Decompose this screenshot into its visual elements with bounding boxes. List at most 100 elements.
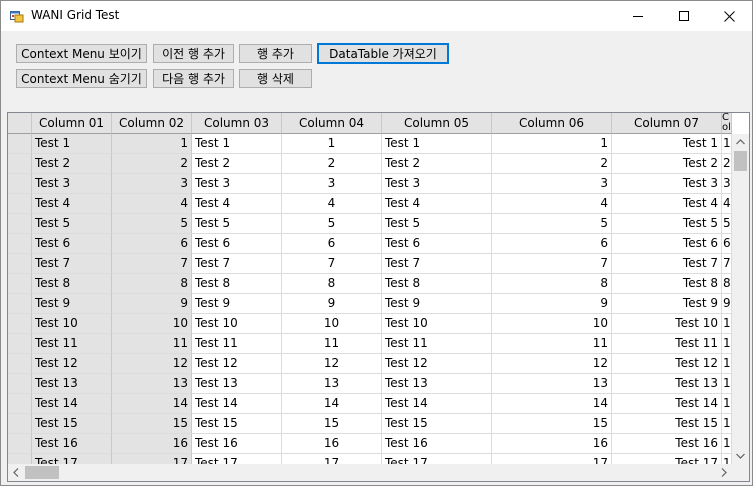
column-header[interactable]: Column 03 (192, 113, 282, 134)
horizontal-scrollbar[interactable] (8, 464, 732, 481)
grid-cell[interactable]: 10 (112, 314, 192, 334)
grid-cell[interactable]: Test 4 (32, 194, 112, 214)
grid-cell[interactable]: Test 10 (612, 314, 722, 334)
grid-cell[interactable]: Test 11 (382, 334, 492, 354)
grid-cell[interactable]: Test 7 (612, 254, 722, 274)
grid-cell[interactable]: 8 (722, 274, 732, 294)
row-header[interactable] (8, 154, 32, 174)
grid-cell[interactable]: 3 (282, 174, 382, 194)
get-datatable-button[interactable]: DataTable 가져오기 (317, 43, 449, 64)
scroll-right-icon[interactable] (715, 464, 732, 481)
grid-cell[interactable]: 15 (282, 414, 382, 434)
close-button[interactable] (706, 1, 752, 31)
add-previous-row-button[interactable]: 이전 행 추가 (153, 44, 234, 63)
grid-cell[interactable]: 9 (492, 294, 612, 314)
grid-cell[interactable]: 2 (282, 154, 382, 174)
row-header[interactable] (8, 394, 32, 414)
row-header[interactable] (8, 314, 32, 334)
grid-cell[interactable]: 1 (112, 134, 192, 154)
scroll-left-icon[interactable] (8, 464, 25, 481)
grid-cell[interactable]: 16 (112, 434, 192, 454)
grid-cell[interactable]: Test 13 (382, 374, 492, 394)
column-header[interactable]: Column 02 (112, 113, 192, 134)
table-row[interactable]: Test 1 1 Test 1 1 Test 1 1 Test 11 (8, 134, 732, 154)
grid-cell[interactable]: 12 (112, 354, 192, 374)
row-header[interactable] (8, 334, 32, 354)
row-header[interactable] (8, 434, 32, 454)
grid-cell[interactable]: 5 (112, 214, 192, 234)
grid-cell[interactable]: 15 (112, 414, 192, 434)
grid-cell[interactable]: 2 (112, 154, 192, 174)
grid-cell[interactable]: 2 (492, 154, 612, 174)
table-row[interactable]: Test 16 16 Test 16 16 Test 16 16 Test 16 1 (8, 434, 732, 454)
column-header[interactable]: Column 01 (32, 113, 112, 134)
table-row[interactable]: Test 8 8 Test 8 8 Test 8 8 Test 88 (8, 274, 732, 294)
grid-cell[interactable]: Test 16 (612, 434, 722, 454)
grid-cell[interactable]: 15 (492, 414, 612, 434)
grid-cell[interactable]: Test 6 (192, 234, 282, 254)
scroll-up-icon[interactable] (732, 134, 749, 151)
grid-cell[interactable]: Test 4 (192, 194, 282, 214)
grid-cell[interactable]: 8 (282, 274, 382, 294)
grid-cell[interactable]: Test 8 (192, 274, 282, 294)
grid-cell[interactable]: Test 2 (192, 154, 282, 174)
grid-cell[interactable]: Test 1 (192, 134, 282, 154)
table-row[interactable]: Test 5 5 Test 5 5 Test 5 5 Test 55 (8, 214, 732, 234)
grid-cell[interactable]: Test 6 (612, 234, 722, 254)
grid-cell[interactable]: Test 16 (192, 434, 282, 454)
grid-cell[interactable]: Test 11 (32, 334, 112, 354)
grid-cell[interactable]: 1 (282, 134, 382, 154)
vertical-scrollbar[interactable] (732, 134, 749, 464)
row-header[interactable] (8, 134, 32, 154)
row-header[interactable] (8, 174, 32, 194)
grid-cell[interactable]: Test 9 (382, 294, 492, 314)
grid-cell[interactable]: 2 (722, 154, 732, 174)
table-row[interactable]: Test 15 15 Test 15 15 Test 15 15 Test 15 1 (8, 414, 732, 434)
column-header[interactable]: Column 05 (382, 113, 492, 134)
table-row[interactable]: Test 12 12 Test 12 12 Test 12 12 Test 12 1 (8, 354, 732, 374)
grid-cell[interactable]: Test 9 (32, 294, 112, 314)
grid-cell[interactable]: 9 (722, 294, 732, 314)
grid-cell[interactable]: 7 (722, 254, 732, 274)
grid-cell[interactable]: Test 10 (32, 314, 112, 334)
grid-cell[interactable]: Test 15 (192, 414, 282, 434)
grid-cell[interactable]: Test 6 (382, 234, 492, 254)
grid-cell[interactable]: 7 (112, 254, 192, 274)
grid-cell[interactable]: Test 14 (382, 394, 492, 414)
grid-cell[interactable]: 13 (492, 374, 612, 394)
add-next-row-button[interactable]: 다음 행 추가 (153, 69, 234, 88)
hide-context-menu-button[interactable]: Context Menu 숨기기 (16, 69, 147, 88)
grid-cell[interactable]: 14 (282, 394, 382, 414)
grid-cell[interactable]: Test 16 (32, 434, 112, 454)
grid-cell[interactable]: 3 (492, 174, 612, 194)
grid-cell[interactable]: Test 8 (382, 274, 492, 294)
grid-cell[interactable]: Test 7 (192, 254, 282, 274)
grid-cell[interactable]: Test 16 (382, 434, 492, 454)
grid-cell[interactable]: 3 (112, 174, 192, 194)
row-header[interactable] (8, 294, 32, 314)
grid-cell[interactable]: 4 (722, 194, 732, 214)
grid-cell[interactable]: Test 10 (382, 314, 492, 334)
grid-cell[interactable]: Test 9 (612, 294, 722, 314)
grid-cell[interactable]: 14 (112, 394, 192, 414)
vertical-scroll-thumb[interactable] (734, 151, 747, 171)
grid-cell[interactable]: Test 11 (612, 334, 722, 354)
column-header[interactable]: Column 04 (282, 113, 382, 134)
grid-cell[interactable]: 4 (282, 194, 382, 214)
grid-cell[interactable]: 11 (492, 334, 612, 354)
grid-cell[interactable]: 8 (112, 274, 192, 294)
grid-cell[interactable]: Test 5 (192, 214, 282, 234)
grid-cell[interactable]: Test 3 (382, 174, 492, 194)
grid-cell[interactable]: 6 (722, 234, 732, 254)
grid-cell[interactable]: Test 11 (192, 334, 282, 354)
row-header[interactable] (8, 194, 32, 214)
grid-cell[interactable]: 4 (492, 194, 612, 214)
row-header[interactable] (8, 234, 32, 254)
grid-cell[interactable]: 14 (492, 394, 612, 414)
grid-cell[interactable]: Test 4 (382, 194, 492, 214)
grid-cell[interactable]: Test 12 (192, 354, 282, 374)
grid-cell[interactable]: Test 1 (32, 134, 112, 154)
grid-cell[interactable]: 6 (492, 234, 612, 254)
grid-cell[interactable]: Test 14 (612, 394, 722, 414)
grid-cell[interactable]: 1 (722, 314, 732, 334)
